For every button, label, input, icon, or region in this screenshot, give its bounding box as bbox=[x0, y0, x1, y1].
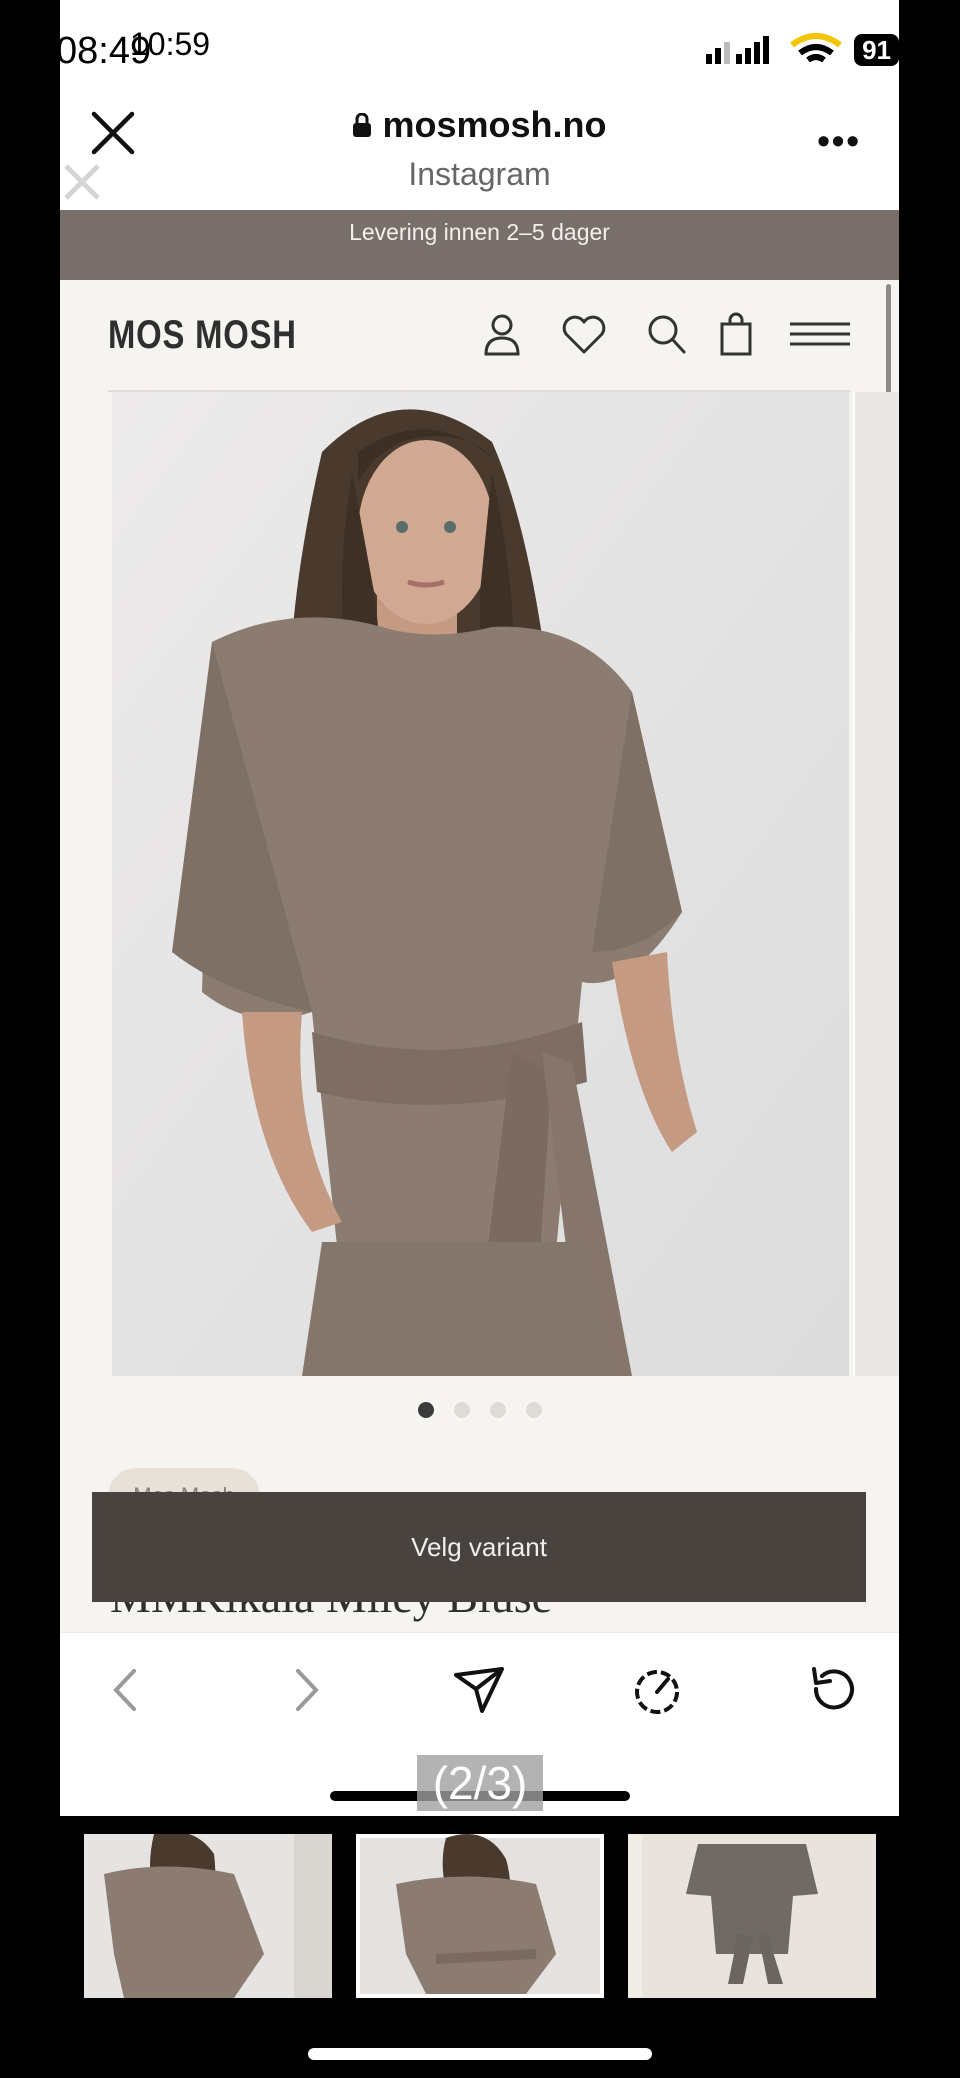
carousel-dots bbox=[60, 1402, 899, 1418]
reload-icon[interactable] bbox=[806, 1663, 860, 1717]
status-icons: 91 bbox=[706, 32, 899, 68]
back-icon[interactable] bbox=[100, 1663, 154, 1717]
wifi-icon bbox=[790, 33, 842, 63]
carousel-dot[interactable] bbox=[453, 1402, 470, 1418]
more-options-button[interactable]: ••• bbox=[817, 120, 861, 162]
shipping-banner: Levering innen 2–5 dager bbox=[60, 210, 899, 280]
thumbnail-1[interactable] bbox=[84, 1834, 332, 1998]
cellular-signal-icon bbox=[706, 36, 770, 64]
image-counter: (2/3) bbox=[417, 1755, 543, 1811]
speed-gauge-icon[interactable] bbox=[630, 1663, 684, 1717]
lock-icon bbox=[353, 113, 372, 137]
battery-indicator: 91 bbox=[854, 34, 899, 66]
address-bar[interactable]: mosmosh.no bbox=[60, 104, 899, 146]
in-app-browser-header: mosmosh.no Instagram ••• bbox=[60, 100, 899, 210]
forward-icon[interactable] bbox=[278, 1663, 332, 1717]
carousel-dot[interactable] bbox=[489, 1402, 506, 1418]
shopping-bag-icon[interactable] bbox=[712, 310, 760, 358]
product-image-carousel[interactable] bbox=[112, 392, 849, 1376]
site-nav-icons bbox=[60, 310, 899, 360]
website-content: MOS MOSH Velg variant bbox=[60, 280, 899, 1632]
next-product-image-peek[interactable] bbox=[853, 392, 899, 1376]
status-bar: 08:49 10:59 91 bbox=[60, 0, 899, 100]
phone-screen: 08:49 10:59 91 mosmosh.no Instagram ••• … bbox=[60, 0, 899, 1816]
thumbnail-3[interactable] bbox=[628, 1834, 876, 1998]
thumbnail-photo bbox=[360, 1834, 600, 1994]
wishlist-heart-icon[interactable] bbox=[560, 310, 608, 358]
system-home-indicator bbox=[308, 2048, 652, 2060]
thumbnail-photo bbox=[84, 1834, 332, 1998]
search-icon[interactable] bbox=[642, 310, 690, 358]
product-photo bbox=[112, 392, 849, 1376]
carousel-dot[interactable] bbox=[417, 1402, 434, 1418]
thumbnail-2[interactable] bbox=[356, 1834, 604, 1998]
thumbnail-strip bbox=[0, 1834, 960, 1998]
status-time-overlay: 10:59 bbox=[130, 26, 211, 62]
thumbnail-photo bbox=[628, 1834, 876, 1998]
source-label: Instagram bbox=[408, 156, 551, 192]
select-variant-button[interactable]: Velg variant bbox=[92, 1492, 866, 1602]
browser-toolbar: (2/3) bbox=[60, 1632, 899, 1816]
share-send-icon[interactable] bbox=[452, 1663, 506, 1717]
menu-hamburger-icon[interactable] bbox=[788, 310, 852, 358]
url-text: mosmosh.no bbox=[382, 104, 607, 145]
account-icon[interactable] bbox=[478, 310, 526, 358]
carousel-dot[interactable] bbox=[525, 1402, 542, 1418]
